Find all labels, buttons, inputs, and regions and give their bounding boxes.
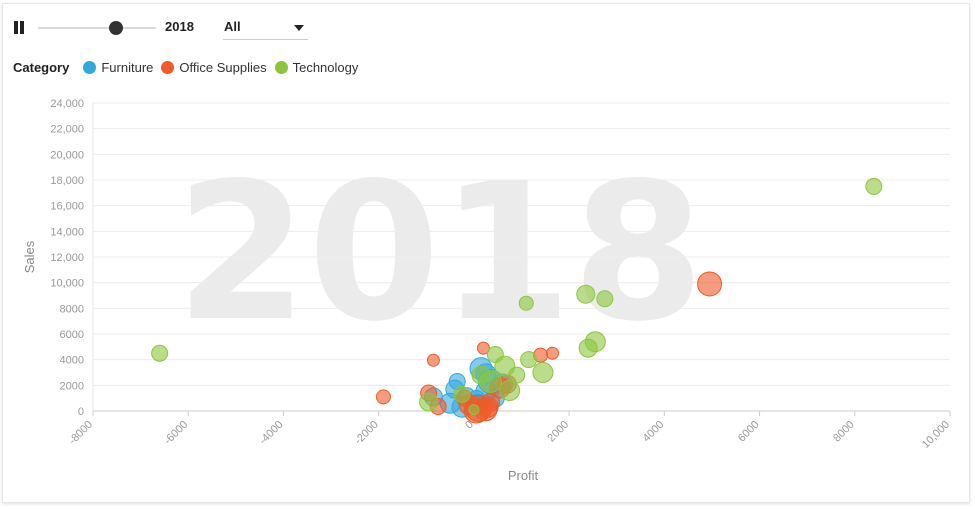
y-tick-label: 12,000 [50,252,84,264]
y-tick-label: 22,000 [50,124,84,136]
data-point[interactable] [426,353,440,367]
y-tick-label: 6000 [60,329,84,341]
x-tick-label: -8000 [67,419,95,447]
y-tick-label: 10,000 [50,278,84,290]
data-point[interactable] [578,338,598,358]
x-tick-label: 6000 [736,419,762,445]
y-axis-title: Sales [22,240,37,273]
data-point[interactable] [453,385,471,403]
data-point[interactable] [471,365,491,385]
data-point[interactable] [499,379,521,401]
data-point[interactable] [545,346,559,360]
y-tick-label: 16,000 [50,201,84,213]
y-tick-label: 2000 [60,380,84,392]
y-tick-label: 18,000 [50,175,84,187]
data-point[interactable] [477,396,499,418]
x-tick-label: 8000 [831,419,857,445]
data-point[interactable] [520,351,538,369]
x-tick-label: 10,000 [920,419,952,451]
x-tick-label: -4000 [257,419,285,447]
year-watermark: 2018 [176,142,705,363]
data-point[interactable] [576,284,596,304]
y-tick-label: 20,000 [50,149,84,161]
data-point[interactable] [375,389,391,405]
data-point[interactable] [532,362,554,383]
data-point[interactable] [596,290,614,308]
x-tick-label: 2000 [545,419,571,445]
data-point[interactable] [865,177,883,195]
x-tick-label: -6000 [162,419,190,447]
y-tick-label: 24,000 [50,98,84,110]
data-point[interactable] [697,271,723,297]
x-axis-title: Profit [508,468,539,483]
y-axis-ticks: 0 2000 4000 6000 8000 10,000 12,000 14,000 16,00… [50,98,84,418]
y-tick-label: 0 [78,406,84,418]
data-point[interactable] [468,404,480,416]
x-tick-label: -2000 [352,419,380,447]
y-tick-label: 4000 [60,355,84,367]
y-tick-label: 8000 [60,303,84,315]
y-tick-label: 14,000 [50,226,84,238]
data-point[interactable] [419,392,439,412]
scatter-chart: 2018 0 2000 4000 6000 8000 10,000 12,000 14,000… [22,98,952,483]
x-axis-ticks: -8000 -6000 -4000 -2000 0 2000 4000 6000 8000 10,… [67,419,952,451]
data-point[interactable] [518,295,534,311]
x-tick-label: 4000 [641,419,667,445]
data-point[interactable] [151,344,169,362]
